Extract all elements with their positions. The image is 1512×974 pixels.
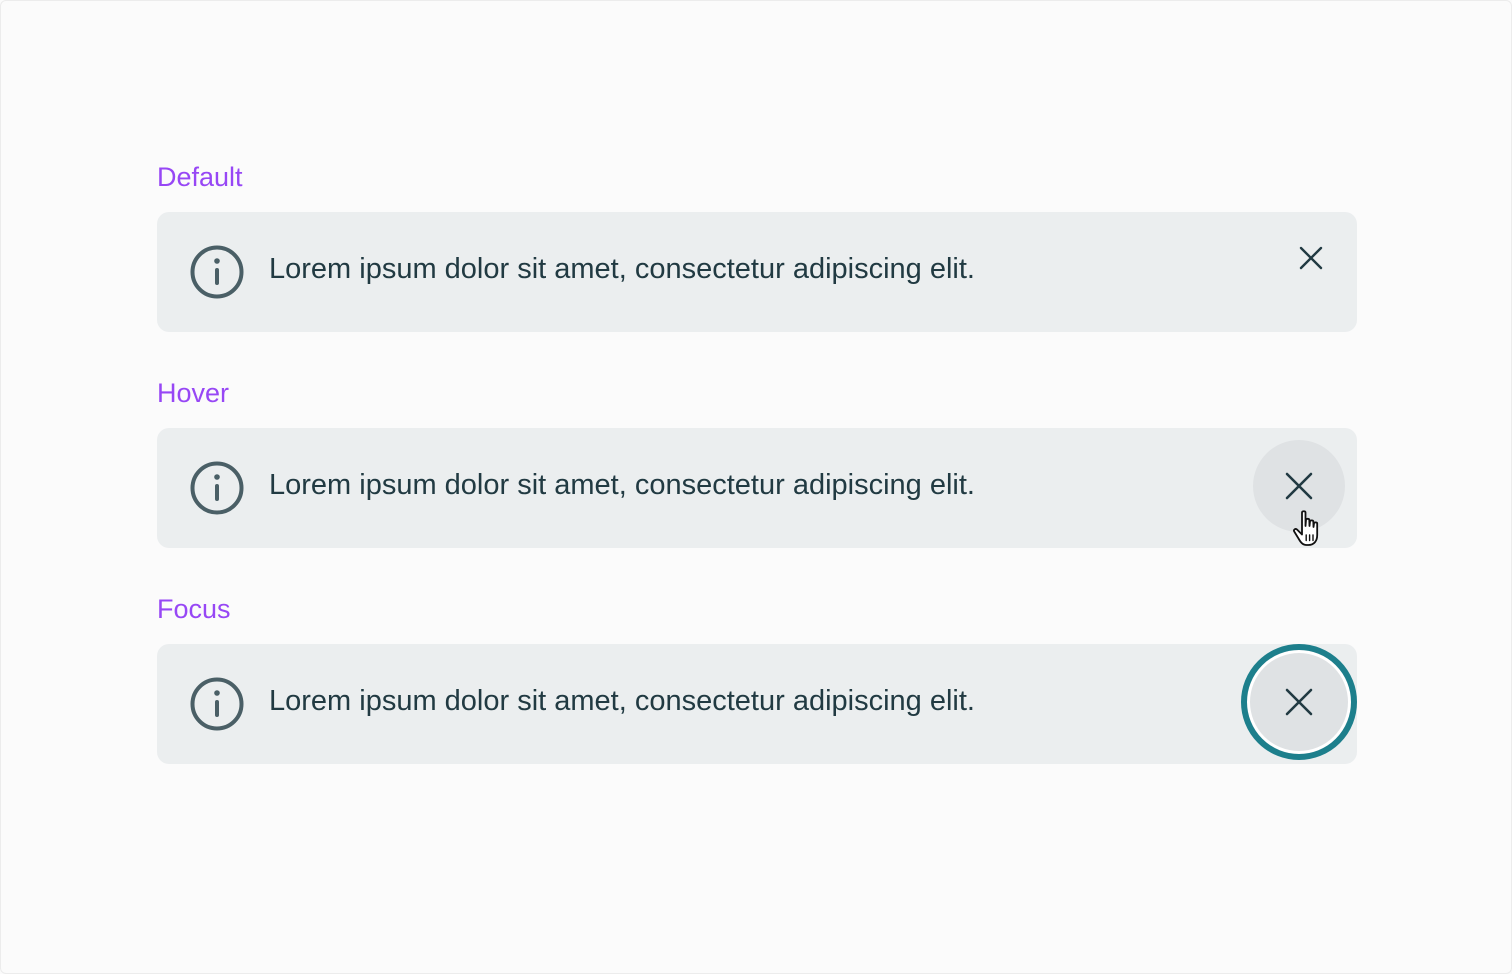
state-label-hover: Hover [157, 378, 230, 408]
pointer-hand-cursor-icon [1293, 510, 1319, 546]
info-banner-focus: Lorem ipsum dolor sit amet, consectetur … [157, 644, 1357, 764]
state-label-default: Default [157, 162, 243, 192]
close-button-focused[interactable] [1241, 644, 1357, 760]
close-icon [1285, 472, 1313, 500]
close-icon [1285, 688, 1313, 716]
state-label-focus: Focus [157, 594, 231, 624]
info-icon [190, 461, 244, 515]
banner-message: Lorem ipsum dolor sit amet, consectetur … [269, 253, 975, 285]
info-icon [190, 677, 244, 731]
banner-message: Lorem ipsum dolor sit amet, consectetur … [269, 685, 975, 717]
info-banner-default: Lorem ipsum dolor sit amet, consectetur … [157, 212, 1357, 332]
info-banner-hover: Lorem ipsum dolor sit amet, consectetur … [157, 428, 1357, 548]
canvas-frame: Default Lorem ipsum dolor sit amet, cons… [0, 0, 1512, 974]
banner-message: Lorem ipsum dolor sit amet, consectetur … [269, 469, 975, 501]
close-icon [1299, 246, 1323, 270]
close-button[interactable] [1291, 238, 1331, 278]
info-icon [190, 245, 244, 299]
